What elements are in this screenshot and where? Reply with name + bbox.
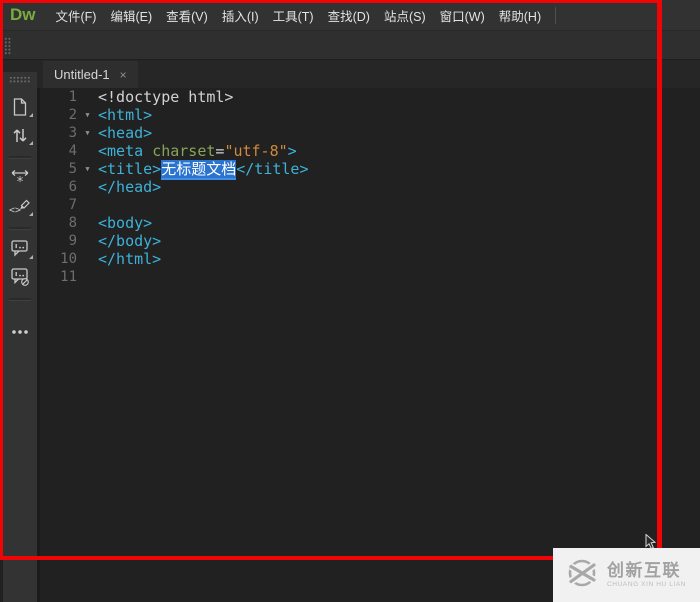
line-number: 11 xyxy=(60,269,77,285)
submenu-corner-arrow xyxy=(29,212,33,216)
menu-item-7[interactable]: 窗口(W) xyxy=(440,6,485,25)
code-text: <!doctype html> xyxy=(98,88,234,106)
tab-untitled-1[interactable]: Untitled-1 × xyxy=(43,61,138,88)
code-line[interactable]: 9 </body> xyxy=(40,232,700,250)
line-number: 5 xyxy=(68,161,77,177)
code-line[interactable]: 3 ▼ <head> xyxy=(40,124,700,142)
code-line[interactable]: 6 </head> xyxy=(40,178,700,196)
menu-item-0[interactable]: 文件(F) xyxy=(56,6,97,25)
code-line[interactable]: 1 <!doctype html> xyxy=(40,88,700,106)
code-text: </body> xyxy=(98,232,162,250)
fold-arrow-icon[interactable]: ▼ xyxy=(77,124,98,142)
tab-title: Untitled-1 xyxy=(54,67,110,82)
code-line[interactable]: 7 xyxy=(40,196,700,214)
remove-comment-icon[interactable] xyxy=(7,266,33,288)
submenu-corner-arrow xyxy=(29,255,33,259)
line-number: 7 xyxy=(68,197,77,213)
code-line[interactable]: 11 xyxy=(40,268,700,286)
file-icon[interactable] xyxy=(7,96,33,118)
code-pencil-icon[interactable]: <> xyxy=(7,195,33,217)
line-number: 2 xyxy=(68,107,77,123)
sidebar-divider xyxy=(9,156,31,159)
apply-comment-icon[interactable] xyxy=(7,238,33,260)
menu-divider xyxy=(555,6,557,24)
menu-item-8[interactable]: 帮助(H) xyxy=(499,6,541,25)
watermark-cn-text: 创新互联 xyxy=(607,560,681,580)
menu-bar: Dw 文件(F) 编辑(E) 查看(V) 插入(I) 工具(T) 查找(D) 站点(S) 窗口… xyxy=(0,0,700,30)
menu-item-3[interactable]: 插入(I) xyxy=(222,6,259,25)
updown-arrows-icon[interactable] xyxy=(7,124,33,146)
dreamweaver-logo: Dw xyxy=(10,5,36,24)
menu-item-5[interactable]: 查找(D) xyxy=(328,6,370,25)
document-tab-bar: Untitled-1 × xyxy=(0,60,700,88)
code-line[interactable]: 2 ▼ <html> xyxy=(40,106,700,124)
coding-toolbar: * <> xyxy=(3,72,37,602)
code-line[interactable]: 4 <meta charset="utf-8"> xyxy=(40,142,700,160)
menu-list: 文件(F) 编辑(E) 查看(V) 插入(I) 工具(T) 查找(D) 站点(S) 窗口(W)… xyxy=(56,6,542,25)
line-number: 1 xyxy=(68,89,77,105)
code-text: <head> xyxy=(98,124,153,142)
sidebar-divider xyxy=(9,298,31,301)
code-text: <meta charset="utf-8"> xyxy=(98,142,297,160)
code-line[interactable]: 8 <body> xyxy=(40,214,700,232)
watermark-logo-icon xyxy=(563,554,601,597)
code-line[interactable]: 10 </html> xyxy=(40,250,700,268)
mouse-cursor-icon xyxy=(645,533,657,555)
line-number: 4 xyxy=(68,143,77,159)
line-number: 8 xyxy=(68,215,77,231)
code-editor[interactable]: 1 <!doctype html> 2 ▼ <html> 3 ▼ <head> 4 <meta c… xyxy=(37,88,700,602)
watermark-en-text: CHUANG XIN HU LIAN xyxy=(607,581,687,589)
line-number: 9 xyxy=(68,233,77,249)
line-number: 3 xyxy=(68,125,77,141)
code-text: <title>无标题文档</title> xyxy=(98,160,309,178)
fold-arrow-icon[interactable]: ▼ xyxy=(77,160,98,178)
code-text: </head> xyxy=(98,178,162,196)
code-text: <body> xyxy=(98,214,153,232)
toolbar-drag-grip[interactable] xyxy=(4,37,12,55)
line-number: 6 xyxy=(68,179,77,195)
wrap-asterisk-icon[interactable]: * xyxy=(7,167,33,189)
menu-item-2[interactable]: 查看(V) xyxy=(166,6,208,25)
submenu-corner-arrow xyxy=(29,141,33,145)
fold-arrow-icon[interactable]: ▼ xyxy=(77,106,98,124)
standard-toolbar xyxy=(0,30,700,60)
menu-item-1[interactable]: 编辑(E) xyxy=(110,6,152,25)
more-options-icon[interactable] xyxy=(7,321,33,343)
menu-item-6[interactable]: 站点(S) xyxy=(384,6,426,25)
line-number: 10 xyxy=(60,251,77,267)
tab-close-icon[interactable]: × xyxy=(120,69,127,81)
svg-text:*: * xyxy=(16,175,24,188)
watermark-badge: 创新互联 CHUANG XIN HU LIAN xyxy=(553,548,700,602)
sidebar-drag-grip[interactable] xyxy=(9,76,31,84)
dreamweaver-window: Dw 文件(F) 编辑(E) 查看(V) 插入(I) 工具(T) 查找(D) 站点(S) 窗口… xyxy=(0,0,700,602)
svg-text:<>: <> xyxy=(9,205,21,216)
sidebar-divider xyxy=(9,227,31,230)
code-text: <html> xyxy=(98,106,153,124)
code-line[interactable]: 5 ▼ <title>无标题文档</title> xyxy=(40,160,700,178)
menu-item-4[interactable]: 工具(T) xyxy=(273,6,314,25)
code-text: </html> xyxy=(98,250,162,268)
submenu-corner-arrow xyxy=(29,113,33,117)
